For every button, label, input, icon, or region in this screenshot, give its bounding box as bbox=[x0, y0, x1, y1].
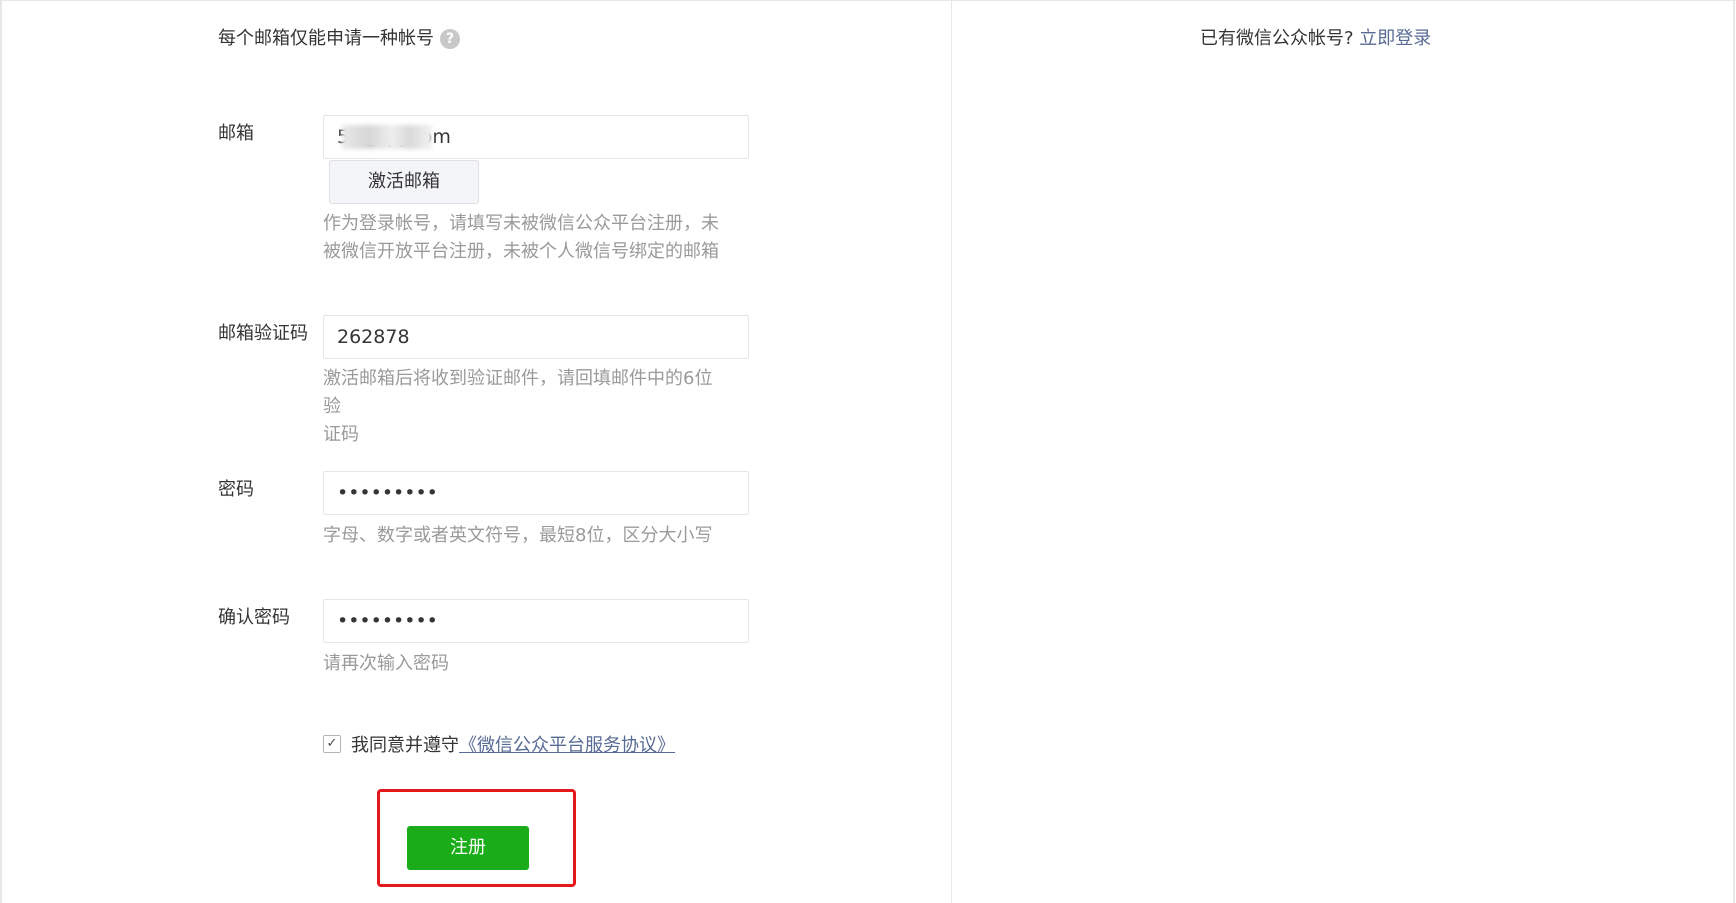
left-border bbox=[0, 0, 2, 903]
verify-code-label: 邮箱验证码 bbox=[218, 323, 308, 344]
verify-code-hint: 激活邮箱后将收到验证邮件，请回填邮件中的6位验 证码 bbox=[323, 365, 723, 449]
question-circle-icon[interactable]: ? bbox=[440, 29, 460, 49]
top-border bbox=[0, 0, 1736, 1]
check-icon: ✓ bbox=[326, 736, 338, 751]
password-wrapper bbox=[323, 471, 749, 515]
account-notice-text: 每个邮箱仅能申请一种帐号 bbox=[218, 28, 434, 49]
login-prompt-text: 已有微信公众帐号? bbox=[1200, 28, 1354, 49]
agreement-link[interactable]: 《微信公众平台服务协议》 bbox=[459, 731, 675, 757]
confirm-password-field[interactable] bbox=[324, 600, 748, 642]
verify-code-wrapper bbox=[323, 315, 749, 359]
register-button[interactable]: 注册 bbox=[407, 826, 529, 870]
email-redaction-mask bbox=[342, 125, 432, 149]
agreement-checkbox[interactable]: ✓ bbox=[323, 735, 341, 753]
email-label: 邮箱 bbox=[218, 123, 254, 144]
right-border bbox=[1733, 0, 1735, 903]
password-label: 密码 bbox=[218, 479, 254, 500]
email-hint: 作为登录帐号，请填写未被微信公众平台注册，未 被微信开放平台注册，未被个人微信号… bbox=[323, 210, 723, 266]
password-hint: 字母、数字或者英文符号，最短8位，区分大小写 bbox=[323, 525, 713, 546]
verify-code-hint-line1: 激活邮箱后将收到验证邮件，请回填邮件中的6位验 bbox=[323, 368, 713, 417]
activate-email-button[interactable]: 激活邮箱 bbox=[329, 160, 479, 204]
verify-code-hint-line2: 证码 bbox=[323, 424, 359, 445]
password-field[interactable] bbox=[324, 472, 748, 514]
email-field-wrapper bbox=[323, 115, 749, 159]
agreement-text: 我同意并遵守 bbox=[351, 735, 459, 756]
column-divider bbox=[951, 0, 952, 903]
confirm-password-hint: 请再次输入密码 bbox=[323, 653, 449, 674]
confirm-password-label: 确认密码 bbox=[218, 607, 290, 628]
login-link[interactable]: 立即登录 bbox=[1359, 28, 1431, 49]
agreement-row: ✓ 我同意并遵守 《微信公众平台服务协议》 bbox=[323, 731, 675, 757]
verify-code-field[interactable] bbox=[324, 316, 748, 358]
confirm-password-wrapper bbox=[323, 599, 749, 643]
login-hint: 已有微信公众帐号? 立即登录 bbox=[1200, 26, 1431, 52]
email-hint-line2: 被微信开放平台注册，未被个人微信号绑定的邮箱 bbox=[323, 241, 719, 262]
account-notice: 每个邮箱仅能申请一种帐号 ? bbox=[218, 26, 460, 52]
email-hint-line1: 作为登录帐号，请填写未被微信公众平台注册，未 bbox=[323, 213, 719, 234]
register-page: 每个邮箱仅能申请一种帐号 ? 已有微信公众帐号? 立即登录 邮箱 激活邮箱 作为… bbox=[0, 0, 1736, 903]
